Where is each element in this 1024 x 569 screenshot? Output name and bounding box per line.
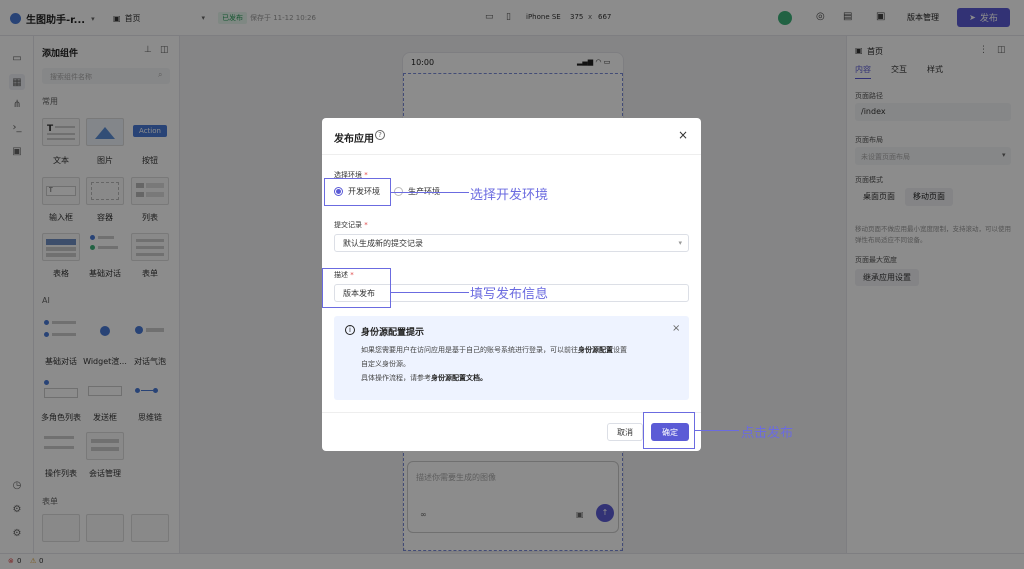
cancel-button[interactable]: 取消 [607, 423, 643, 441]
info-icon: i [345, 325, 355, 335]
divider [322, 154, 701, 155]
info-text-line1: 如果您需要用户在访问应用是基于自己的账号系统进行登录，可以前往身份源配置设置 [361, 346, 627, 354]
info-text-line3: 具体操作流程，请参考身份源配置文档。 [361, 374, 487, 382]
commit-label: 提交记录 * [334, 221, 368, 229]
close-icon[interactable]: × [678, 128, 688, 142]
identity-info-box: i 身份源配置提示 × 如果您需要用户在访问应用是基于自己的账号系统进行登录，可… [334, 316, 689, 400]
annotation-text-env: 选择开发环境 [470, 188, 549, 203]
annotation-text-publish: 点击发布 [741, 426, 794, 441]
dialog-title: 发布应用 [334, 134, 374, 145]
annotation-line-env [391, 192, 469, 193]
annotation-box-publish [643, 412, 695, 449]
chevron-down-icon: ▾ [678, 239, 682, 247]
identity-config-link[interactable]: 身份源配置 [578, 346, 613, 354]
identity-doc-link[interactable]: 身份源配置文档。 [431, 374, 487, 382]
annotation-line-desc [391, 292, 469, 293]
annotation-box-env [324, 178, 391, 206]
annotation-box-desc [322, 268, 391, 308]
commit-select[interactable]: 默认生成新的提交记录 ▾ [334, 234, 689, 252]
info-close-icon[interactable]: × [672, 323, 680, 334]
info-text-line2: 自定义身份源。 [361, 360, 410, 368]
annotation-text-desc: 填写发布信息 [470, 287, 549, 302]
annotation-line-publish [695, 430, 739, 431]
help-icon[interactable]: ? [375, 130, 385, 140]
commit-value: 默认生成新的提交记录 [343, 238, 423, 248]
info-title: 身份源配置提示 [361, 328, 425, 338]
